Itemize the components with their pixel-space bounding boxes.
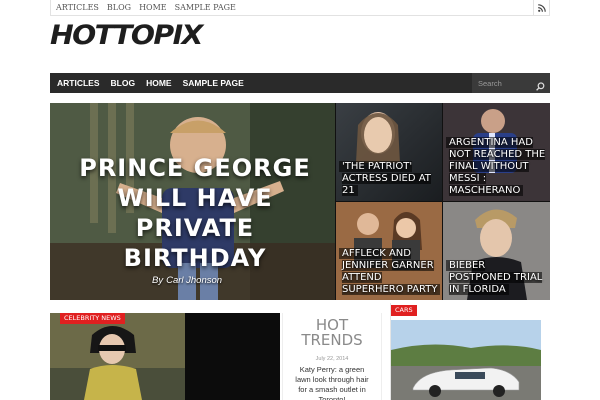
byline-prefix: By — [152, 275, 164, 286]
category-badge-cars[interactable]: CARS — [391, 305, 417, 316]
top-link-home[interactable]: HOME — [139, 3, 167, 12]
featured-main-title[interactable]: PRINCE GEORGE WILL HAVE PRIVATE BIRTHDAY — [70, 153, 320, 273]
celebrity-news-image[interactable] — [50, 313, 185, 400]
hot-trends-title: HOT TRENDS — [301, 316, 363, 349]
search-input[interactable] — [478, 76, 533, 90]
featured-main-byline: By Carl Jhonson — [50, 275, 335, 286]
featured-grid: PRINCE GEORGE WILL HAVE PRIVATE BIRTHDAY… — [50, 103, 550, 300]
featured-tile-4-title: BIEBER POSTPONED TRIAL IN FLORIDA — [449, 260, 543, 295]
top-bar: ARTICLES BLOG HOME SAMPLE PAGE — [50, 0, 550, 16]
category-badge-celebrity[interactable]: CELEBRITY NEWS — [60, 313, 125, 324]
search-box — [472, 73, 550, 93]
nav-item-home[interactable]: HOME — [146, 78, 172, 88]
search-icon[interactable] — [536, 78, 545, 96]
cars-article-image[interactable] — [391, 320, 541, 400]
featured-tile-3[interactable]: AFFLECK AND JENNIFER GARNER ATTEND SUPER… — [336, 202, 442, 300]
top-link-articles[interactable]: ARTICLES — [56, 3, 99, 12]
featured-tile-1[interactable]: 'THE PATRIOT' ACTRESS DIED AT 21 — [336, 103, 442, 201]
cars-section: CARS — [390, 303, 550, 400]
nav-item-articles[interactable]: ARTICLES — [57, 78, 100, 88]
hot-trends-date: July 22, 2014 — [315, 356, 349, 362]
featured-tile-3-title: AFFLECK AND JENNIFER GARNER ATTEND SUPER… — [342, 248, 438, 295]
cars-photo — [391, 320, 541, 400]
featured-tile-2[interactable]: ARGENTINA HAD NOT REACHED THE FINAL WITH… — [443, 103, 550, 201]
page: ARTICLES BLOG HOME SAMPLE PAGE HOTTOPIX … — [0, 0, 600, 400]
rss-icon[interactable] — [533, 0, 549, 15]
lower-sections: CELEBRITY NEWS HOT TRENDS July 22, 2014 … — [50, 303, 550, 400]
celebrity-news-photo — [50, 313, 185, 400]
nav-item-sample-page[interactable]: SAMPLE PAGE — [183, 78, 244, 88]
top-link-blog[interactable]: BLOG — [107, 3, 131, 12]
main-nav: ARTICLES BLOG HOME SAMPLE PAGE — [50, 73, 550, 93]
hot-trends-snippet[interactable]: Katy Perry: a green lawn look through ha… — [283, 365, 381, 400]
top-link-sample-page[interactable]: SAMPLE PAGE — [175, 3, 236, 12]
featured-main-author[interactable]: Carl Jhonson — [166, 275, 222, 286]
site-logo[interactable]: HOTTOPIX — [50, 20, 203, 51]
nav-item-blog[interactable]: BLOG — [111, 78, 136, 88]
featured-tile-1-title: 'THE PATRIOT' ACTRESS DIED AT 21 — [342, 161, 431, 196]
featured-tile-2-title: ARGENTINA HAD NOT REACHED THE FINAL WITH… — [449, 137, 546, 196]
featured-tile-4[interactable]: BIEBER POSTPONED TRIAL IN FLORIDA — [443, 202, 550, 300]
featured-main-story[interactable]: PRINCE GEORGE WILL HAVE PRIVATE BIRTHDAY… — [50, 103, 335, 300]
hot-trends-widget: HOT TRENDS July 22, 2014 Katy Perry: a g… — [282, 313, 382, 400]
celebrity-news-panel — [185, 313, 280, 400]
